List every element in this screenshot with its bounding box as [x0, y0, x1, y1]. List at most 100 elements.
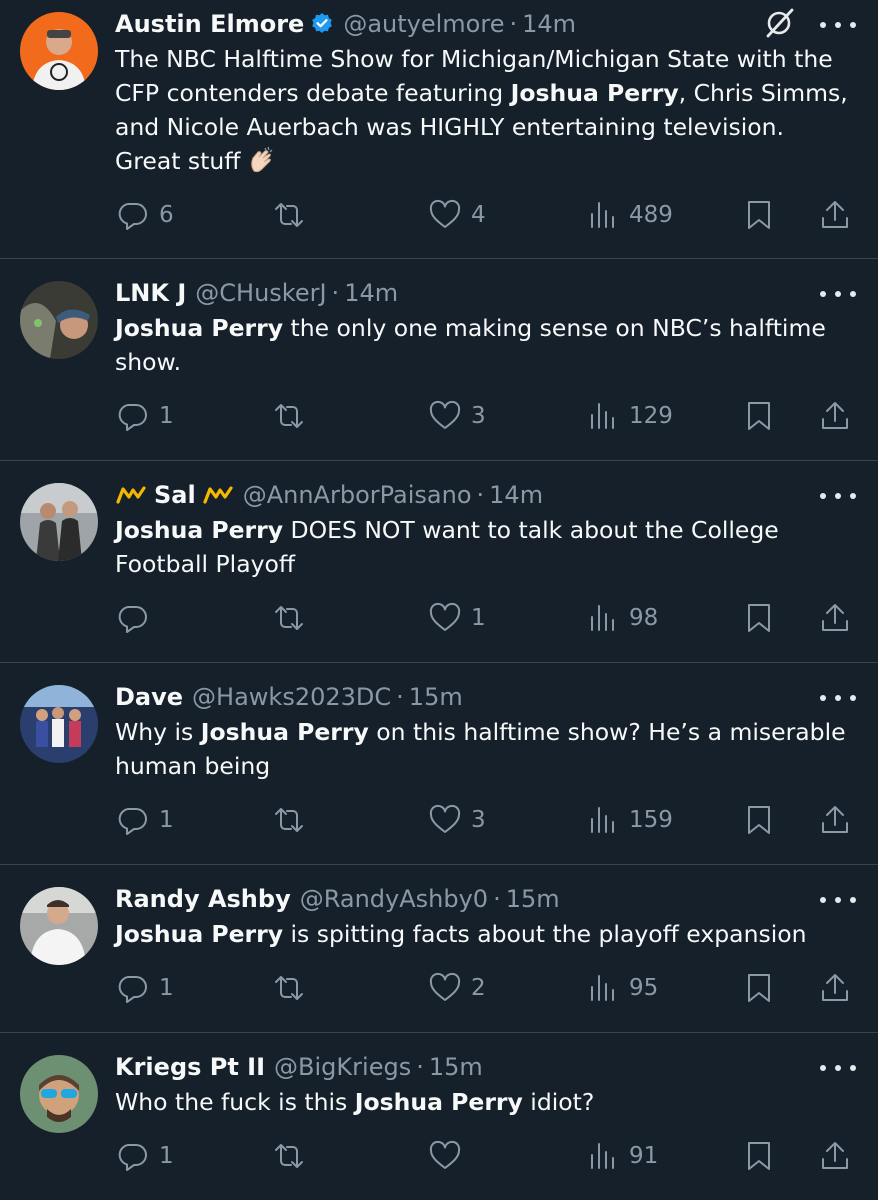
share-button[interactable]: [818, 800, 852, 840]
avatar[interactable]: [20, 281, 98, 359]
share-button[interactable]: [818, 195, 852, 235]
views-button[interactable]: 91: [586, 1136, 658, 1176]
more-options-icon[interactable]: [820, 485, 856, 507]
user-handle[interactable]: @autyelmore: [343, 10, 504, 38]
retweet-button[interactable]: [272, 598, 315, 638]
bookmark-button[interactable]: [742, 800, 776, 840]
bookmark-button[interactable]: [742, 396, 776, 436]
bookmark-button[interactable]: [742, 1136, 776, 1176]
views-chart-icon: [591, 403, 614, 429]
like-button[interactable]: 3: [428, 800, 486, 840]
tweet-text: Joshua Perry the only one making sense o…: [115, 311, 848, 379]
grok-icon[interactable]: [762, 6, 796, 40]
timestamp[interactable]: 14m: [522, 10, 576, 38]
timestamp[interactable]: 15m: [429, 1053, 483, 1081]
like-button[interactable]: 1: [428, 598, 486, 638]
retweet-button[interactable]: [272, 1136, 315, 1176]
like-button[interactable]: 4: [428, 195, 486, 235]
retweet-button[interactable]: [272, 396, 315, 436]
display-name[interactable]: Austin Elmore: [115, 10, 304, 38]
avatar[interactable]: [20, 483, 98, 561]
heart-icon: [429, 804, 461, 833]
reply-icon: [118, 1144, 147, 1171]
view-count: 98: [629, 605, 659, 631]
user-handle[interactable]: @BigKriegs: [274, 1053, 411, 1081]
display-name[interactable]: Dave: [115, 683, 183, 711]
tweet[interactable]: Austin Elmore @autyelmore · 14m The NBC …: [0, 0, 878, 259]
share-icon: [822, 402, 848, 429]
bookmark-button[interactable]: [742, 195, 776, 235]
timestamp[interactable]: 15m: [409, 683, 463, 711]
reply-count: 1: [159, 403, 174, 429]
timestamp[interactable]: 14m: [344, 279, 398, 307]
share-icon: [822, 201, 848, 228]
text-segment: idiot?: [522, 1088, 595, 1116]
display-name[interactable]: Sal: [154, 481, 196, 509]
like-button[interactable]: 2: [428, 968, 486, 1008]
separator-dot: ·: [476, 481, 485, 509]
views-button[interactable]: 159: [586, 800, 673, 840]
bookmark-icon: [748, 1142, 770, 1170]
reply-button[interactable]: 6: [116, 195, 174, 235]
views-button[interactable]: 98: [586, 598, 658, 638]
tweet[interactable]: Sal @AnnArborPaisano · 14m Joshua Perry …: [0, 461, 878, 663]
more-options-icon[interactable]: [820, 889, 856, 911]
retweet-button[interactable]: [272, 968, 315, 1008]
reply-icon: [118, 606, 147, 633]
user-handle[interactable]: @Hawks2023DC: [192, 683, 391, 711]
reply-button[interactable]: 1: [116, 396, 174, 436]
share-button[interactable]: [818, 1136, 852, 1176]
share-button[interactable]: [818, 396, 852, 436]
user-handle[interactable]: @CHuskerJ: [195, 279, 326, 307]
views-button[interactable]: 489: [586, 195, 673, 235]
retweet-icon: [275, 606, 303, 630]
share-button[interactable]: [818, 598, 852, 638]
views-button[interactable]: 95: [586, 968, 658, 1008]
tweet[interactable]: LNK J @CHuskerJ · 14m Joshua Perry the o…: [0, 259, 878, 461]
like-button[interactable]: [428, 1136, 471, 1176]
display-name[interactable]: Randy Ashby: [115, 885, 291, 913]
timestamp[interactable]: 14m: [489, 481, 543, 509]
views-chart-icon: [591, 1143, 614, 1169]
tweet-actions: 1 91: [0, 1136, 878, 1176]
retweet-button[interactable]: [272, 800, 315, 840]
reply-button[interactable]: 1: [116, 1136, 174, 1176]
bookmark-icon: [748, 402, 770, 430]
views-chart-icon: [591, 605, 614, 631]
share-button[interactable]: [818, 968, 852, 1008]
more-options-icon[interactable]: [820, 283, 856, 305]
display-name[interactable]: LNK J: [115, 279, 186, 307]
tweet[interactable]: Randy Ashby @RandyAshby0 · 15m Joshua Pe…: [0, 865, 878, 1033]
reply-button[interactable]: 1: [116, 968, 174, 1008]
tweet[interactable]: Kriegs Pt II @BigKriegs · 15m Who the fu…: [0, 1033, 878, 1200]
user-handle[interactable]: @AnnArborPaisano: [243, 481, 472, 509]
views-button[interactable]: 129: [586, 396, 673, 436]
like-button[interactable]: 3: [428, 396, 486, 436]
retweet-icon: [275, 808, 303, 832]
avatar[interactable]: [20, 12, 98, 90]
avatar[interactable]: [20, 1055, 98, 1133]
clapping-hands-icon: [251, 146, 273, 173]
heart-icon: [429, 199, 461, 228]
view-count: 91: [629, 1143, 659, 1169]
avatar[interactable]: [20, 685, 98, 763]
mention-highlight: Joshua Perry: [115, 314, 284, 342]
bookmark-button[interactable]: [742, 598, 776, 638]
more-options-icon[interactable]: [820, 1057, 856, 1079]
retweet-button[interactable]: [272, 195, 315, 235]
display-name[interactable]: Kriegs Pt II: [115, 1053, 265, 1081]
more-options-icon[interactable]: [820, 14, 856, 36]
crown-icon: [116, 486, 146, 504]
user-handle[interactable]: @RandyAshby0: [300, 885, 488, 913]
reply-button[interactable]: [116, 598, 159, 638]
tweet-header: Randy Ashby @RandyAshby0 · 15m: [115, 881, 768, 917]
view-count: 159: [629, 807, 673, 833]
timestamp[interactable]: 15m: [506, 885, 560, 913]
avatar[interactable]: [20, 887, 98, 965]
more-options-icon[interactable]: [820, 687, 856, 709]
tweet[interactable]: Dave @Hawks2023DC · 15m Why is Joshua Pe…: [0, 663, 878, 865]
reply-button[interactable]: 1: [116, 800, 174, 840]
reply-icon: [118, 808, 147, 835]
tweet-text: Joshua Perry DOES NOT want to talk about…: [115, 513, 848, 581]
bookmark-button[interactable]: [742, 968, 776, 1008]
